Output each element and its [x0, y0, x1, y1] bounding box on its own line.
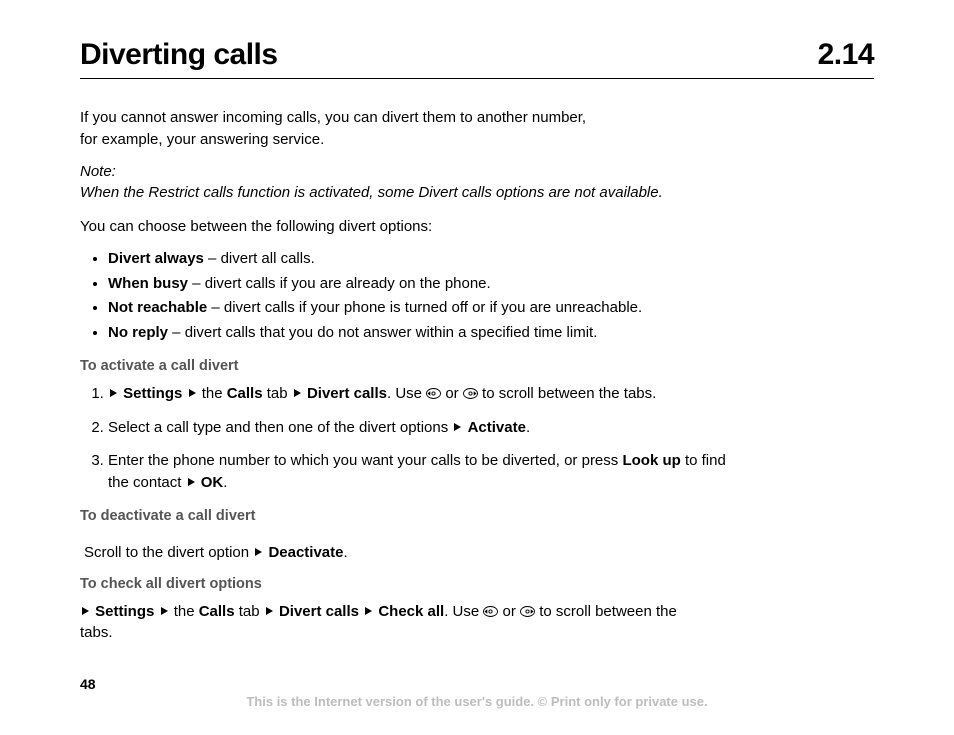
txt: .: [223, 474, 227, 491]
subheading-activate: To activate a call divert: [80, 356, 874, 377]
txt: . Use: [444, 603, 483, 620]
txt: the: [170, 603, 199, 620]
list-item: Select a call type and then one of the d…: [108, 417, 728, 439]
nav-left-icon: [483, 606, 498, 617]
menu-activate: Activate: [468, 419, 526, 436]
subheading-check: To check all divert options: [80, 574, 874, 595]
txt: Scroll to the divert option: [84, 544, 253, 561]
nav-right-icon: [463, 388, 478, 399]
list-item: Enter the phone number to which you want…: [108, 450, 728, 494]
list-item: Divert always – divert all calls.: [108, 248, 874, 270]
option-term: Not reachable: [108, 299, 207, 316]
txt: or: [498, 603, 520, 620]
arrow-icon: [266, 607, 273, 615]
nav-left-icon: [426, 388, 441, 399]
list-item: When busy – divert calls if you are alre…: [108, 273, 874, 295]
arrow-icon: [189, 389, 196, 397]
menu-divert: Divert calls: [307, 385, 387, 402]
arrow-icon: [82, 607, 89, 615]
menu-divert: Divert calls: [279, 603, 359, 620]
activate-steps: Settings the Calls tab Divert calls. Use…: [80, 383, 728, 494]
arrow-icon: [188, 478, 195, 486]
txt: . Use: [387, 385, 426, 402]
footer-note: This is the Internet version of the user…: [80, 694, 874, 709]
txt: Enter the phone number to which you want…: [108, 452, 622, 469]
check-text: Settings the Calls tab Divert calls Chec…: [80, 601, 700, 645]
deactivate-text: Scroll to the divert option Deactivate.: [80, 542, 704, 564]
menu-deactivate: Deactivate: [268, 544, 343, 561]
page-title: Diverting calls: [80, 38, 278, 72]
menu-lookup: Look up: [622, 452, 680, 469]
txt: tab: [235, 603, 264, 620]
arrow-icon: [255, 548, 262, 556]
option-term: No reply: [108, 324, 168, 341]
arrow-icon: [454, 423, 461, 431]
footer: 48 This is the Internet version of the u…: [80, 676, 874, 709]
option-desc: – divert calls if your phone is turned o…: [207, 299, 642, 316]
option-desc: – divert calls that you do not answer wi…: [168, 324, 597, 341]
option-desc: – divert all calls.: [204, 250, 315, 267]
list-item: Settings the Calls tab Divert calls. Use…: [108, 383, 728, 405]
option-term: When busy: [108, 275, 188, 292]
menu-calls: Calls: [199, 603, 235, 620]
intro-paragraph: If you cannot answer incoming calls, you…: [80, 107, 700, 151]
option-desc: – divert calls if you are already on the…: [188, 275, 491, 292]
menu-ok: OK: [201, 474, 224, 491]
txt: Select a call type and then one of the d…: [108, 419, 452, 436]
txt: .: [526, 419, 530, 436]
subheading-deactivate: To deactivate a call divert: [80, 506, 874, 527]
section-number: 2.14: [818, 38, 874, 72]
menu-calls: Calls: [227, 385, 263, 402]
note-text: When the Restrict calls function is acti…: [80, 184, 663, 201]
body-content: If you cannot answer incoming calls, you…: [80, 107, 874, 644]
txt: tab: [263, 385, 292, 402]
page-number: 48: [80, 676, 874, 692]
txt: to scroll between the tabs.: [478, 385, 656, 402]
arrow-icon: [161, 607, 168, 615]
txt: .: [343, 544, 347, 561]
menu-settings: Settings: [123, 385, 182, 402]
list-item: Not reachable – divert calls if your pho…: [108, 297, 874, 319]
title-bar: Diverting calls 2.14: [80, 38, 874, 79]
arrow-icon: [294, 389, 301, 397]
arrow-icon: [110, 389, 117, 397]
options-list: Divert always – divert all calls. When b…: [80, 248, 874, 344]
txt: or: [441, 385, 463, 402]
arrow-icon: [365, 607, 372, 615]
list-item: No reply – divert calls that you do not …: [108, 322, 874, 344]
option-term: Divert always: [108, 250, 204, 267]
note-block: Note: When the Restrict calls function i…: [80, 161, 720, 205]
intro-line1: If you cannot answer incoming calls, you…: [80, 109, 586, 126]
options-lead: You can choose between the following div…: [80, 216, 700, 238]
menu-settings: Settings: [95, 603, 154, 620]
txt: the: [198, 385, 227, 402]
nav-right-icon: [520, 606, 535, 617]
intro-line2: for example, your answering service.: [80, 131, 324, 148]
note-label: Note:: [80, 161, 720, 183]
menu-checkall: Check all: [378, 603, 444, 620]
